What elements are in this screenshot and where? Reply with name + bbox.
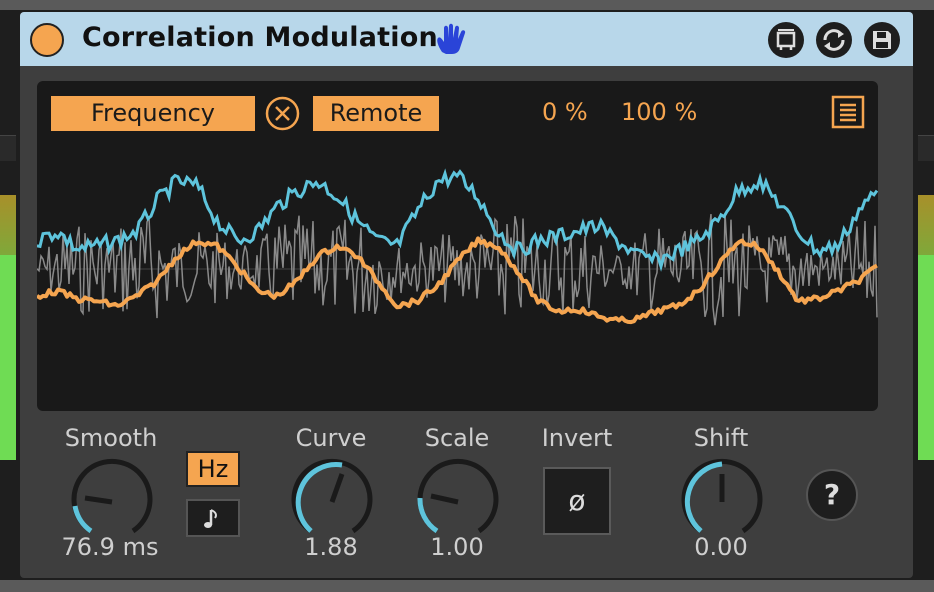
invert-button[interactable]: ø — [543, 467, 611, 535]
power-toggle-icon[interactable] — [30, 23, 64, 57]
invert-label: Invert — [541, 424, 613, 452]
help-button[interactable]: ? — [806, 469, 858, 521]
unmap-close-icon[interactable] — [265, 96, 300, 131]
bottom-strip — [0, 580, 934, 592]
device-panel: Correlation Modulation Frequency Remote … — [20, 12, 913, 578]
level-meter-left — [0, 135, 16, 460]
modulation-display: Frequency Remote 0 % 100 % — [37, 81, 878, 411]
save-icon[interactable] — [864, 22, 900, 58]
refresh-icon[interactable] — [816, 22, 852, 58]
scale-value: 1.00 — [430, 533, 484, 561]
level-meter-right — [918, 135, 934, 460]
curve-value: 1.88 — [304, 533, 358, 561]
hand-icon[interactable] — [432, 22, 468, 58]
note-icon — [204, 509, 217, 528]
shift-label: Shift — [693, 424, 749, 452]
frequency-parameter-button[interactable]: Frequency — [51, 96, 255, 131]
remote-button[interactable]: Remote — [313, 96, 439, 131]
curve-label: Curve — [295, 424, 367, 452]
scale-label: Scale — [424, 424, 490, 452]
sync-note-button[interactable] — [186, 499, 240, 537]
device-title: Correlation Modulation — [82, 22, 438, 53]
max-percent-value[interactable]: 100 % — [621, 98, 697, 126]
hz-mode-button[interactable]: Hz — [186, 451, 240, 487]
menu-list-icon[interactable] — [831, 95, 865, 129]
shift-value: 0.00 — [694, 533, 748, 561]
map-icon[interactable] — [768, 22, 804, 58]
top-strip — [0, 0, 934, 10]
smooth-value: 76.9 ms — [61, 533, 159, 561]
device-title-bar: Correlation Modulation — [20, 12, 913, 66]
smooth-label: Smooth — [64, 424, 158, 452]
min-percent-value[interactable]: 0 % — [542, 98, 588, 126]
